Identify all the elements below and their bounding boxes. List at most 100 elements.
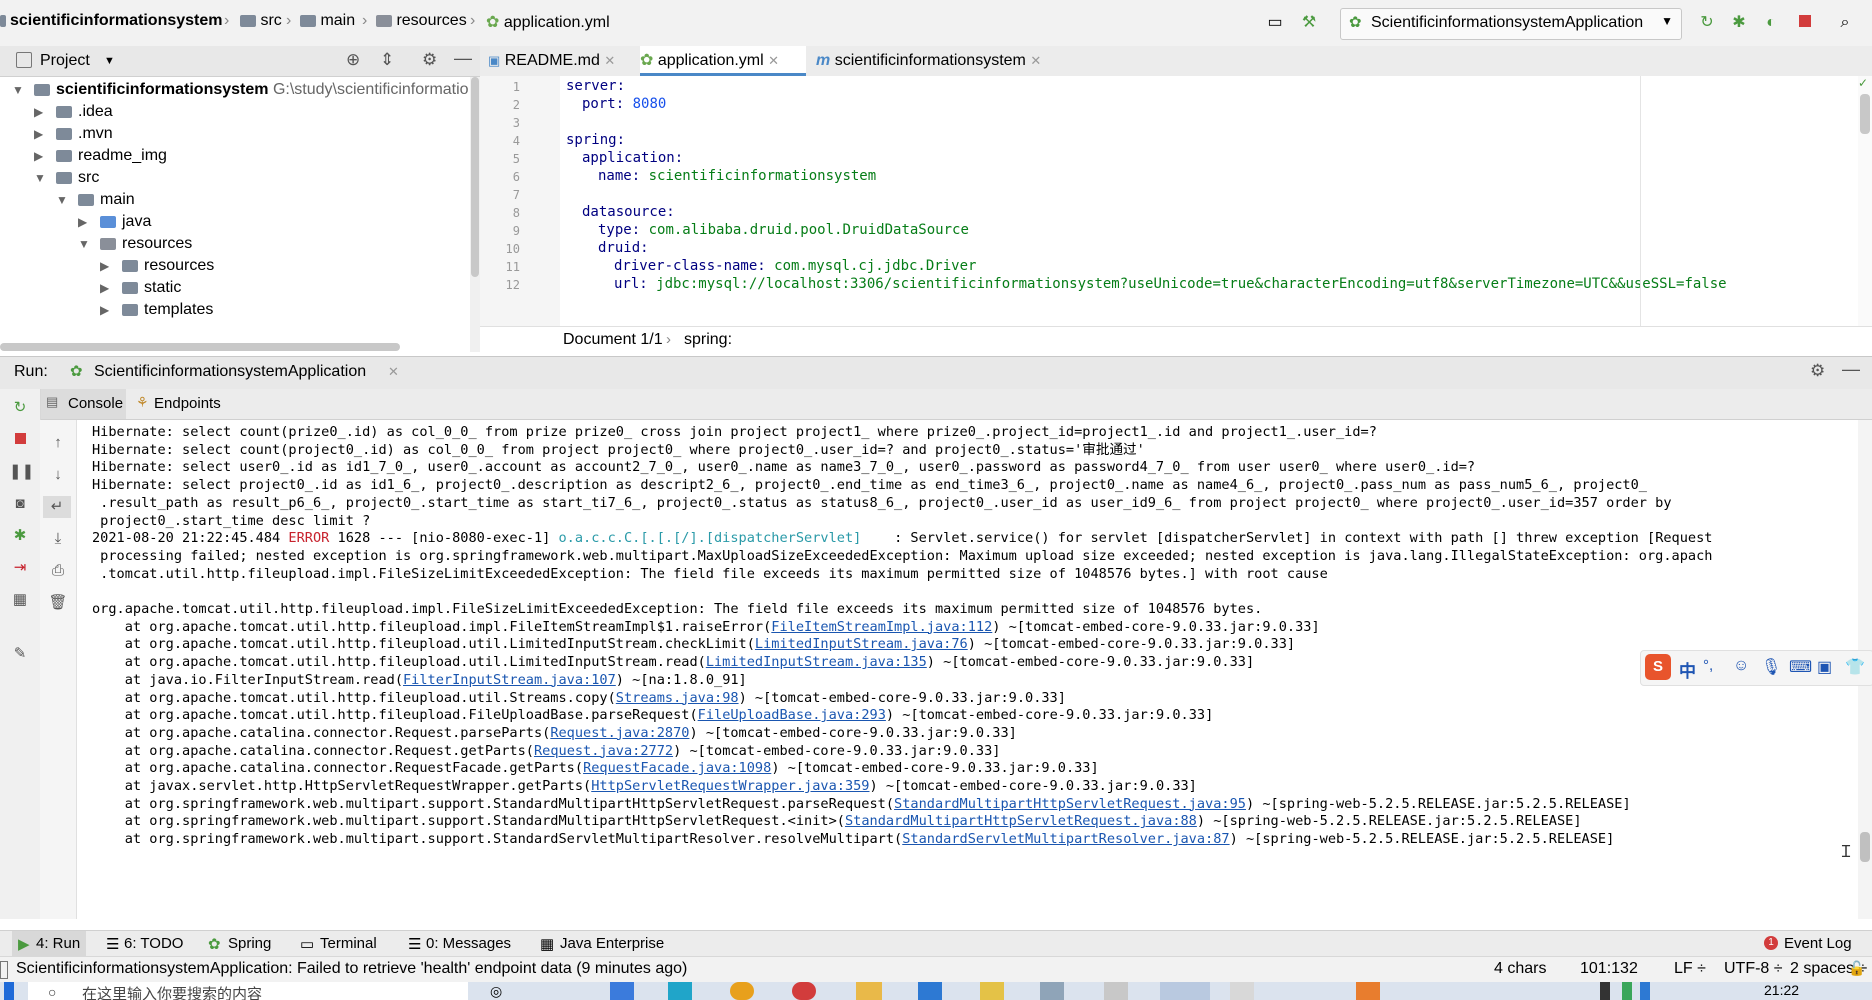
stacktrace-link[interactable]: FileUploadBase.java:293 <box>698 707 886 723</box>
chevron-down-icon[interactable]: ▼ <box>78 231 92 257</box>
arrow-up-icon[interactable]: ↑ <box>47 432 69 454</box>
taskbar-app-icon[interactable] <box>1356 982 1380 1000</box>
stacktrace-link[interactable]: Streams.java:98 <box>616 690 739 706</box>
chevron-down-icon[interactable]: ▼ <box>12 77 26 103</box>
task-view-icon[interactable]: ◎ <box>490 983 502 1000</box>
caret-position[interactable]: 101:132 <box>1580 960 1638 978</box>
run-configuration-selector[interactable]: ✿ ScientificinformationsystemApplication… <box>1340 8 1682 40</box>
gear-icon[interactable]: ⚙ <box>1810 361 1825 381</box>
breadcrumb-src[interactable]: src <box>240 12 282 30</box>
pin-icon[interactable]: ✎ <box>9 643 31 665</box>
search-icon[interactable]: ⌕ <box>1834 12 1856 34</box>
run-config-tab[interactable]: ScientificinformationsystemApplication <box>94 363 366 381</box>
close-icon[interactable]: ✕ <box>768 53 779 68</box>
taskbar-app-icon[interactable] <box>918 982 942 1000</box>
close-icon[interactable]: ✕ <box>1030 53 1041 68</box>
tab-application-yml[interactable]: ✿ application.yml ✕ <box>640 46 806 76</box>
tray-icon[interactable] <box>1600 982 1610 1000</box>
breadcrumb-file[interactable]: ✿ application.yml <box>486 12 610 32</box>
clock[interactable]: 21:22 <box>1764 982 1799 998</box>
tray-icon[interactable] <box>1640 982 1650 1000</box>
build-hammer-icon[interactable]: ⚒ <box>1298 12 1320 34</box>
collapse-all-icon[interactable]: ⇕ <box>380 50 394 70</box>
scroll-to-end-icon[interactable]: ⤓ <box>47 528 69 550</box>
stacktrace-link[interactable]: LimitedInputStream.java:76 <box>755 636 968 652</box>
gear-icon[interactable]: ⚙ <box>422 50 437 70</box>
stop-icon[interactable] <box>1794 12 1816 34</box>
emoji-icon[interactable]: ☺ <box>1733 657 1749 675</box>
print-icon[interactable]: ⎙ <box>47 560 69 582</box>
tab-readme[interactable]: ▣ README.md ✕ <box>488 46 632 76</box>
pause-icon[interactable]: ❚❚ <box>9 461 34 483</box>
trash-icon[interactable]: 🗑 <box>47 592 69 614</box>
stacktrace-link[interactable]: Request.java:2772 <box>534 743 673 759</box>
lock-icon[interactable]: 🔓 <box>1848 960 1865 977</box>
chrome-icon[interactable] <box>730 982 754 1000</box>
layout-icon[interactable]: ▦ <box>9 589 31 611</box>
stacktrace-link[interactable]: StandardMultipartHttpServletRequest.java… <box>845 813 1197 829</box>
debug-bug-icon[interactable]: ✱ <box>9 525 31 547</box>
stacktrace-link[interactable]: FilterInputStream.java:107 <box>403 672 616 688</box>
close-icon[interactable]: ✕ <box>388 364 399 380</box>
status-message[interactable]: ScientificinformationsystemApplication: … <box>16 960 687 978</box>
coverage-icon[interactable]: ◐ <box>1760 12 1782 34</box>
file-explorer-icon[interactable] <box>856 982 882 1000</box>
arrow-down-icon[interactable]: ↓ <box>47 464 69 486</box>
tab-console[interactable]: ▤ Console <box>40 389 126 419</box>
keyboard-icon[interactable]: ⌨ <box>1789 657 1812 677</box>
line-separator[interactable]: LF ÷ <box>1674 960 1706 978</box>
chevron-down-icon[interactable]: ▼ <box>34 165 48 191</box>
stacktrace-link[interactable]: LimitedInputStream.java:135 <box>706 654 927 670</box>
microphone-icon[interactable]: 🎙 <box>1761 657 1781 677</box>
sogou-logo-icon[interactable]: S <box>1645 654 1671 680</box>
taskbar-app-icon[interactable] <box>1230 982 1254 1000</box>
app-red-icon[interactable] <box>792 982 816 1000</box>
tree-scrollbar[interactable] <box>470 77 480 352</box>
breadcrumb-main[interactable]: main <box>300 12 355 30</box>
start-icon[interactable] <box>4 982 14 1000</box>
editor-scrollbar[interactable]: ✓ <box>1858 76 1872 326</box>
taskbar-search[interactable]: ○ 在这里输入你要搜索的内容 <box>28 982 468 1000</box>
run-tool-button[interactable]: ▶ 4: Run <box>12 931 86 957</box>
tree-horizontal-scrollbar[interactable] <box>0 343 400 351</box>
toolbox-icon[interactable]: ▣ <box>1817 657 1832 677</box>
tool-windows-toggle-icon[interactable] <box>0 961 8 979</box>
exit-icon[interactable]: ⇥ <box>9 557 31 579</box>
soft-wrap-icon[interactable]: ↵ <box>43 496 71 518</box>
console-output[interactable]: Hibernate: select count(prize0_.id) as c… <box>90 420 1858 919</box>
taskbar-app-icon[interactable] <box>610 982 634 1000</box>
taskbar-app-icon[interactable] <box>1040 982 1064 1000</box>
rerun-icon[interactable]: ↻ <box>1696 12 1718 34</box>
chevron-down-icon[interactable]: ▼ <box>56 187 70 213</box>
chevron-right-icon[interactable]: ▶ <box>100 297 114 323</box>
code-editor[interactable]: server: port: 8080 spring: application: name… <box>560 76 1860 326</box>
tray-icon[interactable] <box>1622 982 1632 1000</box>
file-encoding[interactable]: UTF-8 ÷ <box>1724 960 1783 978</box>
stacktrace-link[interactable]: FileItemStreamImpl.java:112 <box>771 619 992 635</box>
edge-browser-icon[interactable] <box>668 982 692 1000</box>
taskbar-app-icon[interactable] <box>980 982 1004 1000</box>
close-icon[interactable]: ✕ <box>604 53 615 68</box>
skin-shirt-icon[interactable]: 👕 <box>1845 657 1865 677</box>
tree-item[interactable]: ▶ templates <box>100 297 213 323</box>
minimize-icon[interactable]: — <box>454 48 472 69</box>
stacktrace-link[interactable]: Request.java:2870 <box>550 725 689 741</box>
intellij-active-icon[interactable] <box>1160 982 1210 1000</box>
tab-endpoints[interactable]: ⚘ Endpoints <box>134 389 254 419</box>
rerun-icon[interactable]: ↻ <box>9 397 31 419</box>
minimize-icon[interactable]: — <box>1842 359 1860 380</box>
breadcrumb-project[interactable]: scientificinformationsystem <box>0 12 223 30</box>
terminal-icon[interactable]: ▭ <box>1264 12 1286 34</box>
stacktrace-link[interactable]: StandardMultipartHttpServletRequest.java… <box>894 796 1246 812</box>
taskbar-app-icon[interactable] <box>1104 982 1128 1000</box>
stacktrace-link[interactable]: RequestFacade.java:1098 <box>583 760 771 776</box>
stacktrace-link[interactable]: HttpServletRequestWrapper.java:359 <box>591 778 869 794</box>
target-locate-icon[interactable]: ⊕ <box>346 50 360 70</box>
stacktrace-link[interactable]: StandardServletMultipartResolver.java:87 <box>902 831 1229 847</box>
stop-icon[interactable] <box>9 429 31 451</box>
tab-pom[interactable]: m scientificinformationsystem ✕ <box>816 46 1070 76</box>
debug-bug-icon[interactable]: ✱ <box>1728 12 1750 34</box>
camera-dump-icon[interactable]: ◙ <box>9 493 31 515</box>
breadcrumb-resources[interactable]: resources <box>376 12 467 30</box>
chevron-down-icon[interactable]: ▼ <box>104 55 115 67</box>
